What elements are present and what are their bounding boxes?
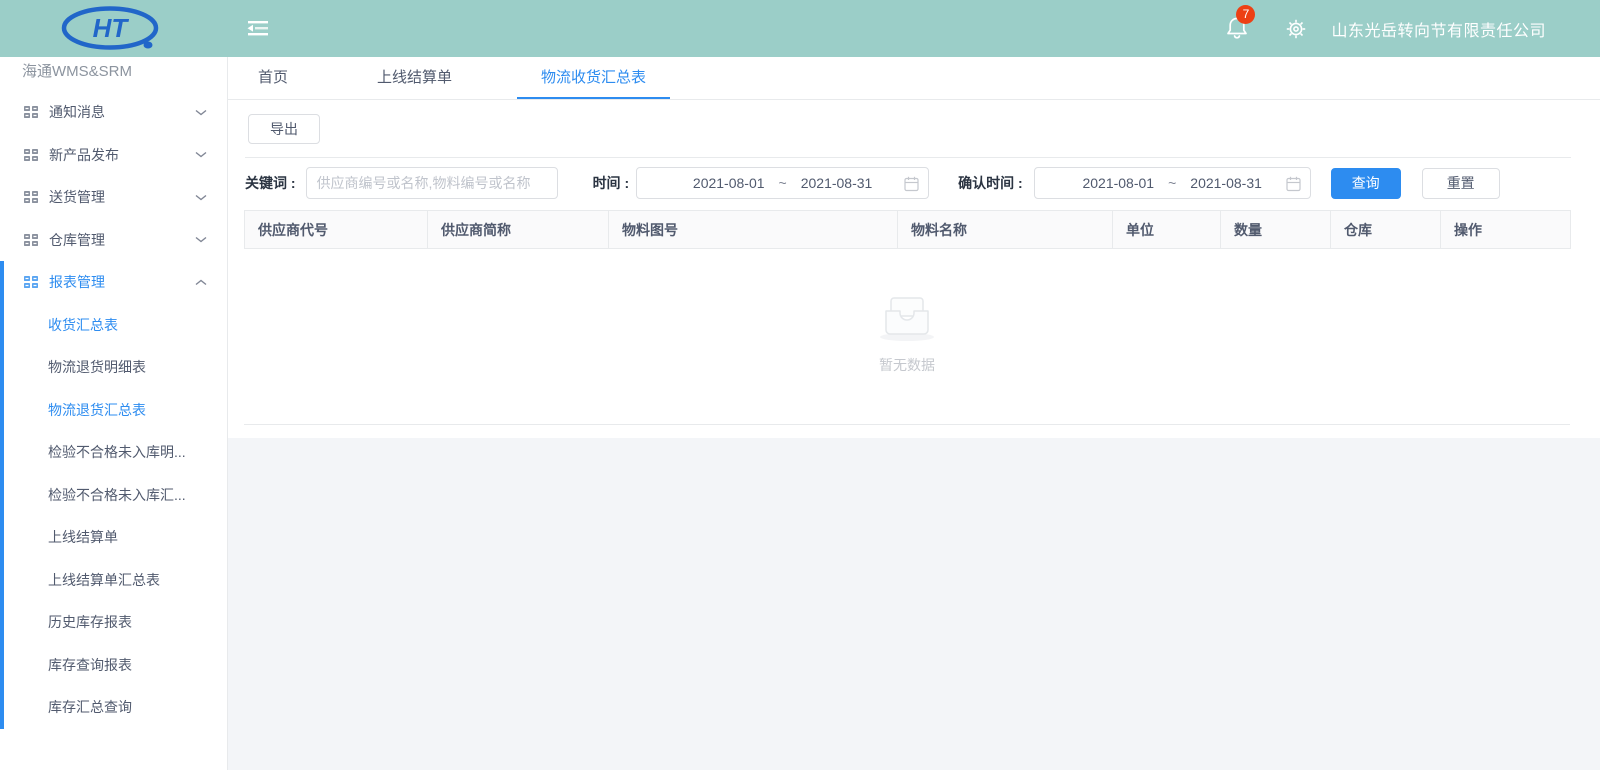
chevron-down-icon xyxy=(195,109,207,116)
filter-bar: 关键词 : 时间 : 2021-08-01 ~ 2021-08-31 确认时间 … xyxy=(228,167,1600,199)
tab-online-settlement[interactable]: 上线结算单 xyxy=(353,57,476,99)
svg-text:HT: HT xyxy=(93,13,130,43)
calendar-icon xyxy=(1286,176,1301,192)
company-logo: HT xyxy=(60,6,164,55)
sidebar-item-reports[interactable]: 报表管理 xyxy=(0,261,227,304)
calendar-icon xyxy=(904,176,919,192)
tab-home[interactable]: 首页 xyxy=(234,57,312,99)
logo-icon: HT xyxy=(60,6,164,52)
sidebar-subitem-inventory-query[interactable]: 库存查询报表 xyxy=(0,644,227,687)
app-brand: 海通WMS&SRM xyxy=(0,57,227,91)
export-button[interactable]: 导出 xyxy=(248,114,320,144)
sidebar-subitem-return-summary[interactable]: 物流退货汇总表 xyxy=(0,389,227,432)
keyword-input[interactable] xyxy=(306,167,558,199)
main-content: 首页 上线结算单 物流收货汇总表 导出 关键词 : 时间 : 2021-08-0… xyxy=(228,57,1600,438)
sidebar-subitem-inventory-summary[interactable]: 库存汇总查询 xyxy=(0,686,227,729)
chevron-down-icon xyxy=(195,151,207,158)
keyword-label: 关键词 : xyxy=(245,173,296,193)
notifications-button[interactable]: 7 xyxy=(1226,16,1250,42)
sidebar-item-delivery[interactable]: 送货管理 xyxy=(0,176,227,219)
active-menu-indicator xyxy=(0,261,4,729)
time-range-picker[interactable]: 2021-08-01 ~ 2021-08-31 xyxy=(636,167,929,199)
col-actions: 操作 xyxy=(1441,211,1571,249)
tab-logistics-receiving-summary[interactable]: 物流收货汇总表 xyxy=(517,57,670,99)
chevron-down-icon xyxy=(195,194,207,201)
company-name: 山东光岳转向节有限责任公司 xyxy=(1331,17,1546,41)
col-material-name: 物料名称 xyxy=(898,211,1113,249)
sidebar-subitem-history-inventory[interactable]: 历史库存报表 xyxy=(0,601,227,644)
chevron-down-icon xyxy=(195,236,207,243)
sidebar-subitem-receiving-summary[interactable]: 收货汇总表 xyxy=(0,304,227,347)
gear-icon xyxy=(1286,19,1306,39)
search-button[interactable]: 查询 xyxy=(1331,168,1401,199)
tab-bar: 首页 上线结算单 物流收货汇总表 xyxy=(228,57,1600,100)
empty-text: 暂无数据 xyxy=(874,355,940,375)
confirm-start-value: 2021-08-01 xyxy=(1082,175,1154,191)
grid-icon xyxy=(24,276,38,288)
table-body: 暂无数据 xyxy=(244,249,1570,425)
sidebar-item-new-product[interactable]: 新产品发布 xyxy=(0,134,227,177)
grid-icon xyxy=(24,149,38,161)
col-unit: 单位 xyxy=(1113,211,1221,249)
notification-badge: 7 xyxy=(1236,5,1255,24)
sidebar-subitem-online-settlement-summary[interactable]: 上线结算单汇总表 xyxy=(0,559,227,602)
sidebar-subitem-return-detail[interactable]: 物流退货明细表 xyxy=(0,346,227,389)
col-material-drawing-no: 物料图号 xyxy=(609,211,898,249)
toolbar-divider xyxy=(245,157,1571,158)
time-start-value: 2021-08-01 xyxy=(693,175,765,191)
col-supplier-name: 供应商简称 xyxy=(428,211,609,249)
table-header-row: 供应商代号 供应商简称 物料图号 物料名称 单位 数量 仓库 操作 xyxy=(245,211,1571,249)
reset-button[interactable]: 重置 xyxy=(1422,168,1500,199)
empty-box-icon xyxy=(874,291,940,343)
sidebar-menu: 通知消息 新产品发布 送货管理 xyxy=(0,91,227,729)
collapse-sidebar-icon[interactable] xyxy=(246,18,270,41)
sidebar: 海通WMS&SRM 通知消息 新产品发布 xyxy=(0,57,228,770)
confirm-time-label: 确认时间 : xyxy=(958,173,1023,193)
toolbar: 导出 xyxy=(228,100,1600,144)
time-label: 时间 : xyxy=(593,173,630,193)
results-table: 供应商代号 供应商简称 物料图号 物料名称 单位 数量 仓库 操作 暂无数据 xyxy=(244,210,1571,425)
sidebar-subitem-unqualified-summary[interactable]: 检验不合格未入库汇... xyxy=(0,474,227,517)
time-end-value: 2021-08-31 xyxy=(801,175,873,191)
col-quantity: 数量 xyxy=(1221,211,1331,249)
col-warehouse: 仓库 xyxy=(1331,211,1441,249)
confirm-end-value: 2021-08-31 xyxy=(1190,175,1262,191)
empty-state: 暂无数据 xyxy=(874,291,940,375)
sidebar-subitem-unqualified-detail[interactable]: 检验不合格未入库明... xyxy=(0,431,227,474)
sidebar-item-warehouse[interactable]: 仓库管理 xyxy=(0,219,227,262)
sidebar-item-notifications[interactable]: 通知消息 xyxy=(0,91,227,134)
chevron-up-icon xyxy=(195,279,207,286)
grid-icon xyxy=(24,106,38,118)
col-supplier-code: 供应商代号 xyxy=(245,211,428,249)
top-header: HT 7 xyxy=(0,0,1600,57)
sidebar-subitem-online-settlement[interactable]: 上线结算单 xyxy=(0,516,227,559)
grid-icon xyxy=(24,234,38,246)
settings-button[interactable] xyxy=(1286,19,1306,39)
confirm-time-range-picker[interactable]: 2021-08-01 ~ 2021-08-31 xyxy=(1034,167,1311,199)
grid-icon xyxy=(24,191,38,203)
